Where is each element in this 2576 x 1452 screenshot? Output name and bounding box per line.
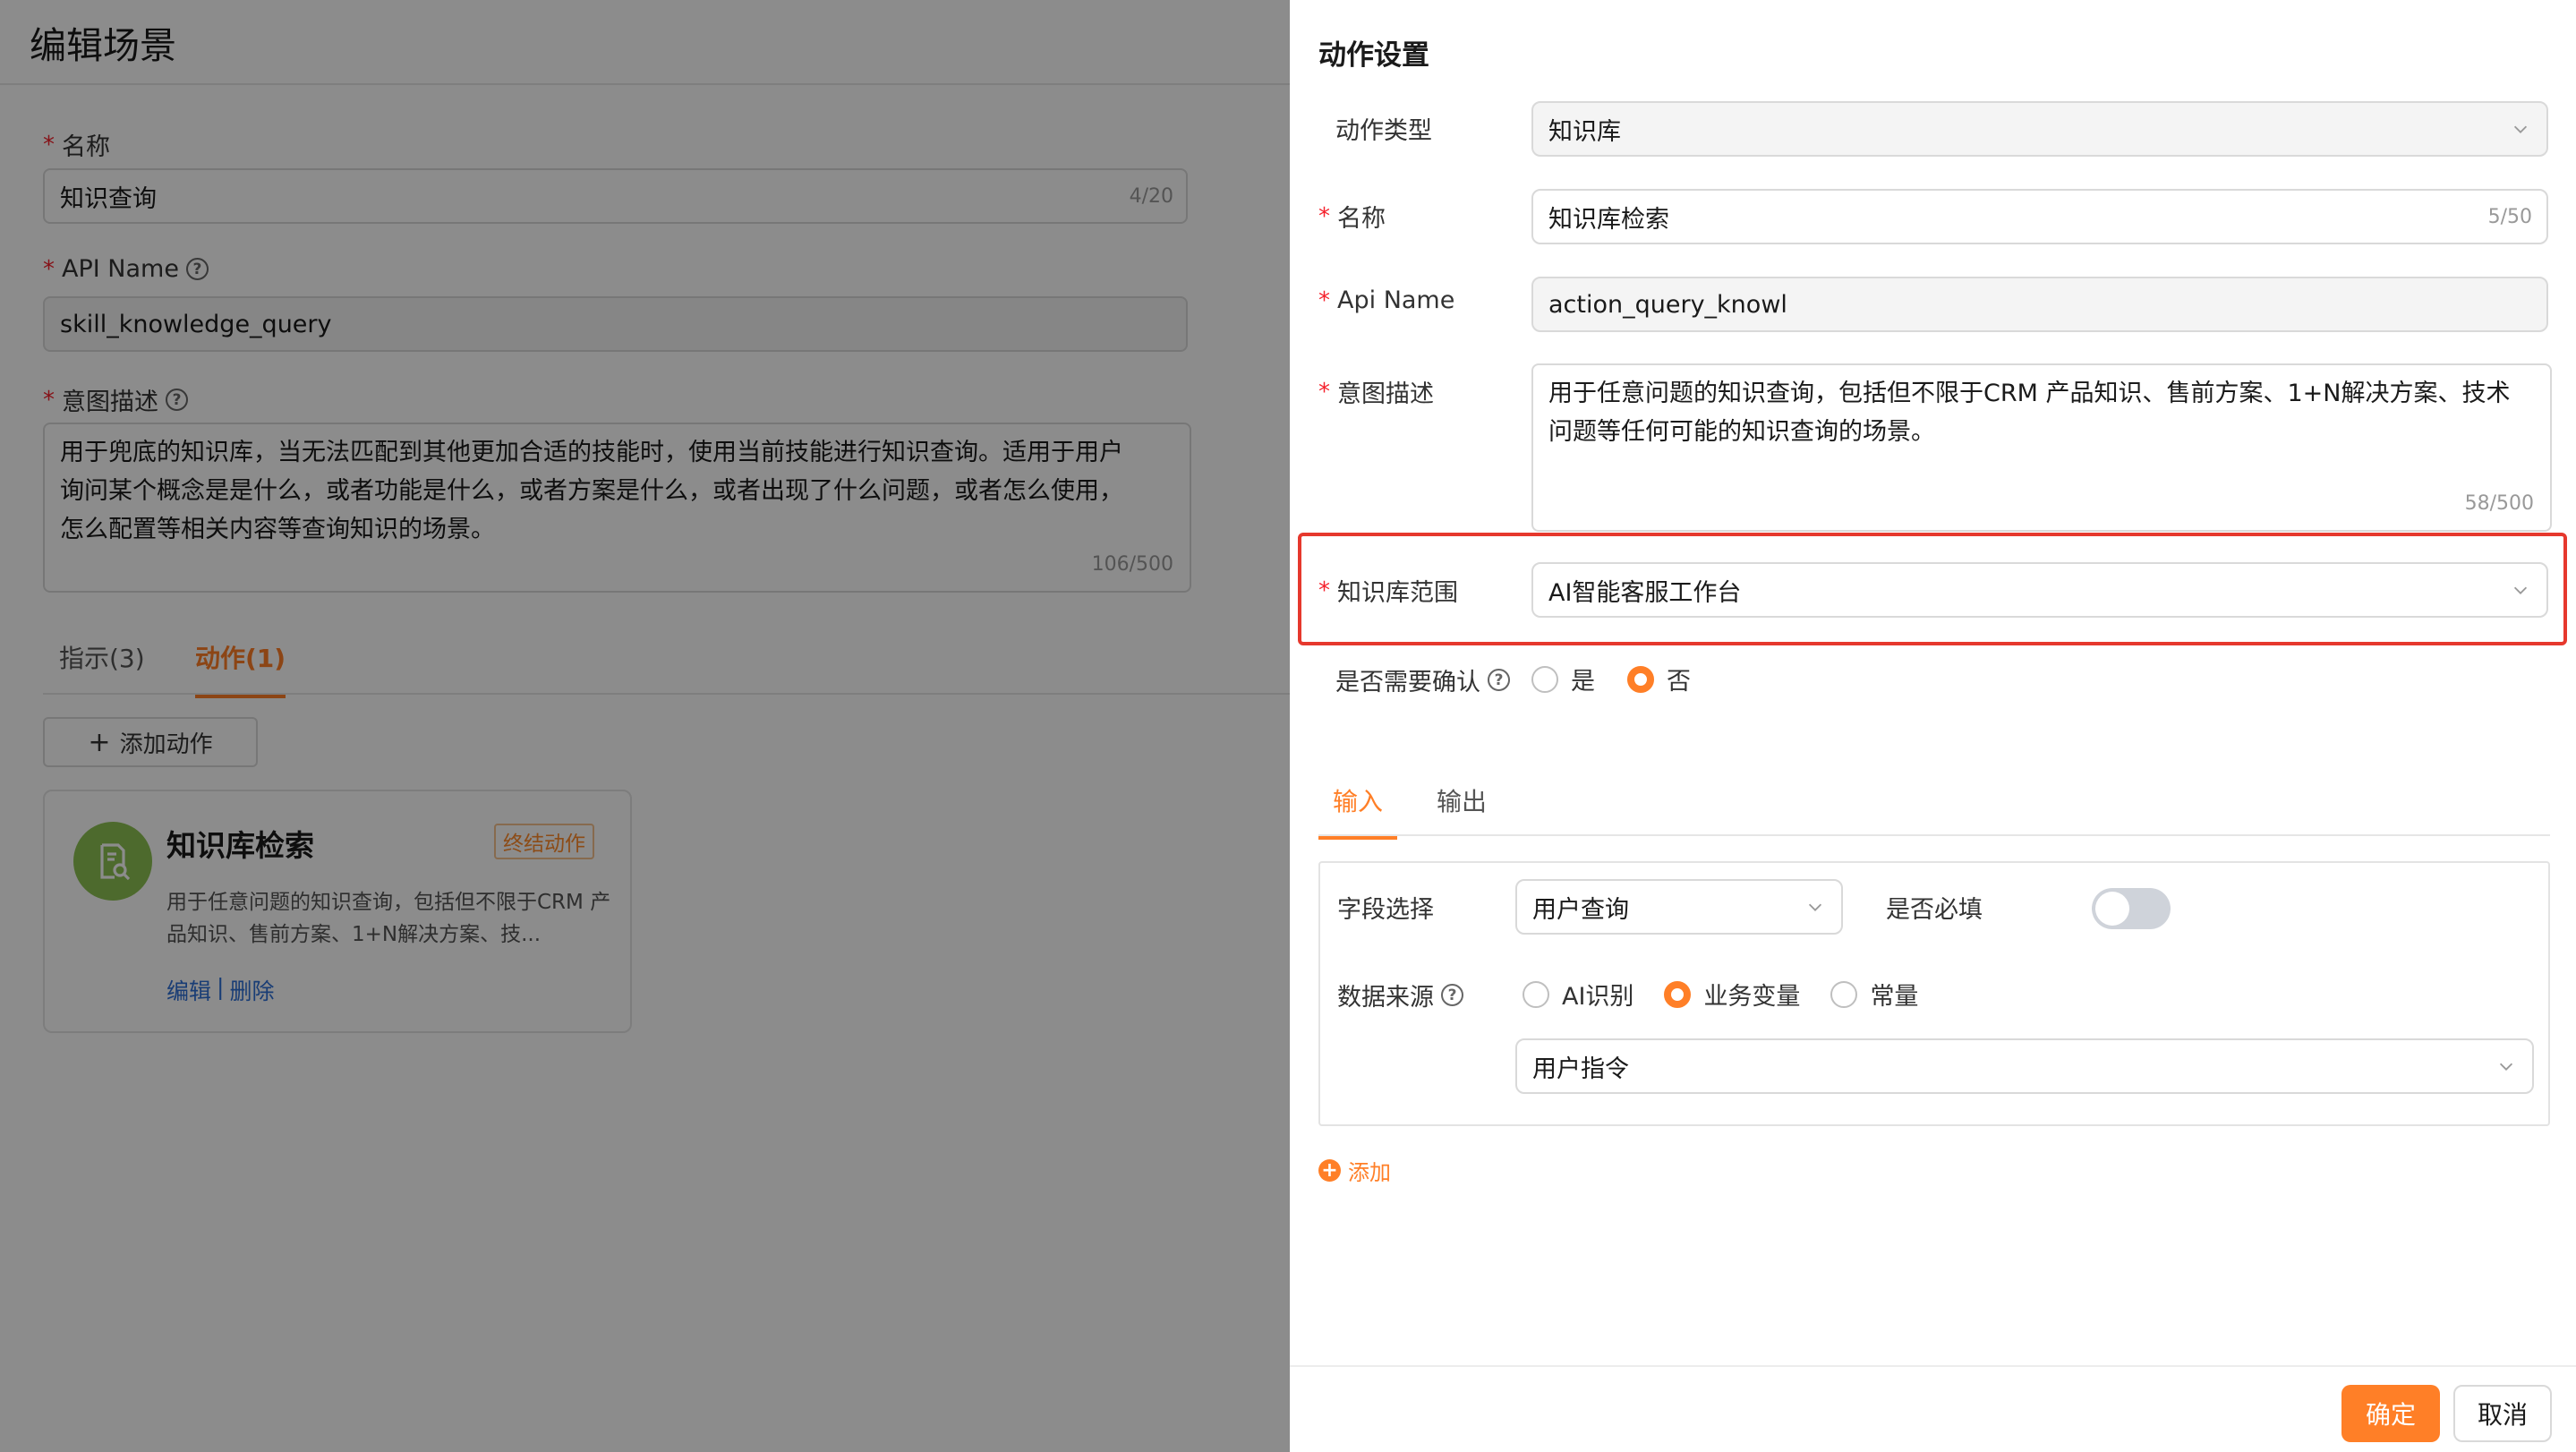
tab-input[interactable]: 输入 bbox=[1318, 782, 1398, 840]
action-intent-counter: 58/500 bbox=[2464, 492, 2534, 515]
chevron-down-icon bbox=[2513, 586, 2528, 594]
chevron-down-icon bbox=[2499, 1063, 2513, 1071]
required-toggle[interactable] bbox=[2092, 888, 2171, 929]
action-name-label: * 名称 bbox=[1318, 202, 1386, 234]
chevron-down-icon bbox=[2513, 125, 2528, 133]
kb-scope-label: * 知识库范围 bbox=[1318, 577, 1458, 608]
modal-overlay[interactable] bbox=[0, 0, 1290, 1452]
drawer-title: 动作设置 bbox=[1318, 39, 1429, 72]
toggle-knob bbox=[2095, 892, 2129, 926]
help-icon[interactable]: ? bbox=[1441, 984, 1463, 1006]
source-ai-radio[interactable]: AI识别 bbox=[1523, 977, 1633, 1012]
confirm-radio-group: 是 否 bbox=[1531, 662, 1691, 696]
chevron-down-icon bbox=[1808, 903, 1822, 911]
source-business-variable-radio[interactable]: 业务变量 bbox=[1664, 977, 1800, 1012]
source-constant-radio[interactable]: 常量 bbox=[1830, 977, 1918, 1012]
kb-scope-select[interactable]: AI智能客服工作台 bbox=[1531, 562, 2548, 618]
cancel-button[interactable]: 取消 bbox=[2453, 1385, 2552, 1442]
data-source-label: 数据来源 ? bbox=[1337, 978, 1463, 1012]
input-field-config: 字段选择 用户查询 是否必填 数据来源 ? AI识别 业务变量 常量 用户指令 bbox=[1318, 861, 2550, 1126]
field-select-label: 字段选择 bbox=[1337, 896, 1434, 924]
action-intent-label: * 意图描述 bbox=[1318, 378, 1434, 409]
io-tabs: 输入 输出 bbox=[1318, 770, 2550, 840]
confirm-no-radio[interactable]: 否 bbox=[1627, 662, 1691, 696]
variable-select[interactable]: 用户指令 bbox=[1515, 1038, 2534, 1094]
required-label: 是否必填 bbox=[1886, 896, 1983, 924]
action-type-label: 动作类型 bbox=[1335, 117, 1432, 145]
confirm-label: 是否需要确认 ? bbox=[1335, 662, 1510, 697]
field-select-dropdown[interactable]: 用户查询 bbox=[1515, 879, 1843, 935]
add-circle-icon: + bbox=[1318, 1159, 1341, 1182]
action-intent-textarea[interactable]: 用于任意问题的知识查询，包括但不限于CRM 产品知识、售前方案、1+N解决方案、… bbox=[1531, 363, 2552, 532]
confirm-yes-radio[interactable]: 是 bbox=[1531, 662, 1595, 696]
drawer-footer: 确定 取消 bbox=[1290, 1365, 2576, 1452]
data-source-radio-group: AI识别 业务变量 常量 bbox=[1523, 977, 1918, 1012]
action-type-select[interactable]: 知识库 bbox=[1531, 101, 2548, 157]
tab-output[interactable]: 输出 bbox=[1437, 782, 1487, 836]
action-api-name-label: * Api Name bbox=[1318, 286, 1455, 314]
confirm-button[interactable]: 确定 bbox=[2341, 1385, 2440, 1442]
action-settings-drawer: 动作设置 动作类型 知识库 * 名称 知识库检索 5/50 * Api Name… bbox=[1290, 0, 2576, 1452]
action-name-input[interactable]: 知识库检索 5/50 bbox=[1531, 189, 2548, 244]
help-icon[interactable]: ? bbox=[1488, 669, 1510, 691]
action-name-counter: 5/50 bbox=[2487, 205, 2532, 228]
add-field-link[interactable]: + 添加 bbox=[1318, 1155, 1391, 1186]
action-api-name-input[interactable]: action_query_knowl bbox=[1531, 277, 2548, 332]
